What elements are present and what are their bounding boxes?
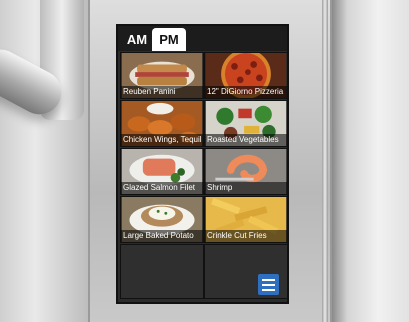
menu-item-label: Crinkle Cut Fries — [205, 230, 287, 242]
panel-seam — [322, 0, 328, 322]
tab-pm[interactable]: PM — [152, 28, 186, 51]
empty-slot — [120, 244, 204, 299]
menu-item-reuben-panini[interactable]: Reuben Panini — [120, 52, 204, 99]
tab-am[interactable]: AM — [122, 28, 152, 51]
menu-item-label: Large Baked Potato — [121, 230, 203, 242]
menu-item-glazed-salmon[interactable]: Glazed Salmon Filet — [120, 148, 204, 195]
menu-item-shrimp[interactable]: Shrimp — [204, 148, 287, 195]
menu-item-baked-potato[interactable]: Large Baked Potato — [120, 196, 204, 243]
menu-item-label: 12" DiGiorno Pizzeria — [205, 86, 287, 98]
menu-item-chicken-wings[interactable]: Chicken Wings, Tequil — [120, 100, 204, 147]
hamburger-menu-icon[interactable] — [258, 274, 279, 295]
menu-item-roasted-vegetables[interactable]: Roasted Vegetables — [204, 100, 287, 147]
menu-item-label: Roasted Vegetables — [205, 134, 287, 146]
menu-item-label: Reuben Panini — [121, 86, 203, 98]
menu-item-label: Glazed Salmon Filet — [121, 182, 203, 194]
tab-bar: AM PM — [118, 26, 287, 51]
menu-item-crinkle-fries[interactable]: Crinkle Cut Fries — [204, 196, 287, 243]
menu-item-digiorno-pizzeria[interactable]: 12" DiGiorno Pizzeria — [204, 52, 287, 99]
menu-item-label: Chicken Wings, Tequil — [121, 134, 203, 146]
oven-door-left — [0, 0, 88, 322]
touch-screen: AM PM Reuben Panini 12" DiGiorno Pizzeri… — [116, 24, 289, 304]
menu-item-label: Shrimp — [205, 182, 287, 194]
oven-side — [332, 0, 409, 322]
